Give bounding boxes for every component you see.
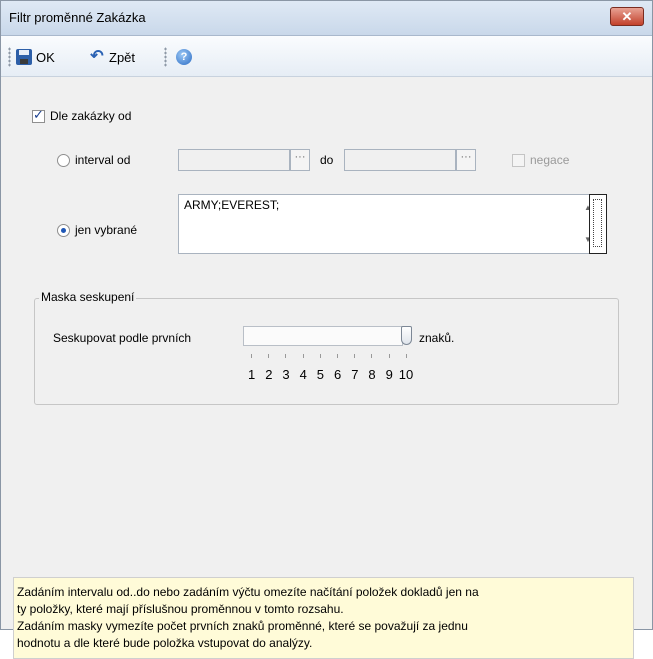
filter-panel: Dle zakázky od interval od ··· do ··· ne… [7,83,645,659]
info-line-4: hodnotu a dle které bude položka vstupov… [17,636,313,650]
selected-values-label: jen vybrané [75,223,138,237]
slider-tick-label: 6 [334,367,342,382]
slider-tick-label: 4 [299,367,307,382]
toolbar-grip[interactable] [8,47,11,67]
slider-tick [285,354,287,358]
toolbar-separator [164,47,167,67]
slider-tick [319,354,321,358]
negation-checkbox[interactable] [512,154,525,167]
floppy-icon [16,49,32,65]
group-suffix-label: znaků. [419,331,455,345]
interval-to-browse-button[interactable]: ··· [456,149,476,171]
slider-tick [388,354,390,358]
selected-values-picker-button[interactable] [589,194,607,254]
slider-tick [405,354,407,358]
help-button[interactable]: ? [176,46,192,68]
group-length-slider-thumb[interactable] [400,326,412,345]
slider-tick-label: 1 [248,367,256,382]
slider-tick-label: 9 [385,367,393,382]
slider-tick-label: 8 [368,367,376,382]
slider-tick [302,354,304,358]
grouping-mask-group [34,298,619,405]
main-filter-checkbox[interactable] [32,108,45,123]
interval-from-input[interactable] [178,149,290,171]
info-line-1: Zadáním intervalu od..do nebo zadáním vý… [17,585,479,599]
back-button-label: Zpět [109,49,136,65]
negation-label: negace [530,153,570,167]
filter-dialog-window: Filtr proměnné Zakázka ✕ OK ↶ Zpět ? Dle… [0,0,653,659]
group-length-slider[interactable] [243,326,403,346]
slider-tick-label: 10 [398,367,414,382]
slider-tick [268,354,270,358]
slider-tick-label: 5 [316,367,325,382]
interval-from-browse-button[interactable]: ··· [290,149,310,171]
group-prefix-label: Seskupovat podle prvních [53,331,192,345]
slider-tick [337,354,338,358]
window-title: Filtr proměnné Zakázka [9,10,146,25]
title-bar: Filtr proměnné Zakázka ✕ [1,1,652,36]
slider-tick-label: 3 [282,367,290,382]
toolbar: OK ↶ Zpět ? [1,36,652,77]
to-label: do [320,153,334,167]
interval-radio[interactable] [57,154,70,167]
grouping-mask-title: Maska seskupení [39,290,137,304]
interval-to-input[interactable] [344,149,456,171]
selected-values-radio[interactable] [57,224,70,237]
undo-arrow-icon: ↶ [90,48,104,65]
interval-label: interval od [75,153,131,167]
close-button[interactable]: ✕ [610,7,644,26]
info-line-3: Zadáním masky vymezíte počet prvních zna… [17,619,468,633]
back-button[interactable]: ↶ Zpět [89,46,135,68]
slider-tick [371,354,373,358]
slider-tick-label: 2 [265,367,273,382]
selected-values-textarea[interactable]: ARMY;EVEREST; ▲ ▼ [178,194,598,254]
slider-tick [251,354,252,358]
close-icon: ✕ [621,9,633,24]
help-icon: ? [176,49,192,65]
info-box: Zadáním intervalu od..do nebo zadáním vý… [13,577,634,659]
ok-button[interactable]: OK [16,46,55,68]
main-filter-label: Dle zakázky od [50,109,132,123]
slider-tick-label: 7 [351,367,359,382]
selected-values-text: ARMY;EVEREST; [184,198,280,212]
info-line-2: ty položky, které mají příslušnou proměn… [17,602,344,616]
slider-tick [354,354,356,358]
ok-button-label: OK [36,49,55,65]
